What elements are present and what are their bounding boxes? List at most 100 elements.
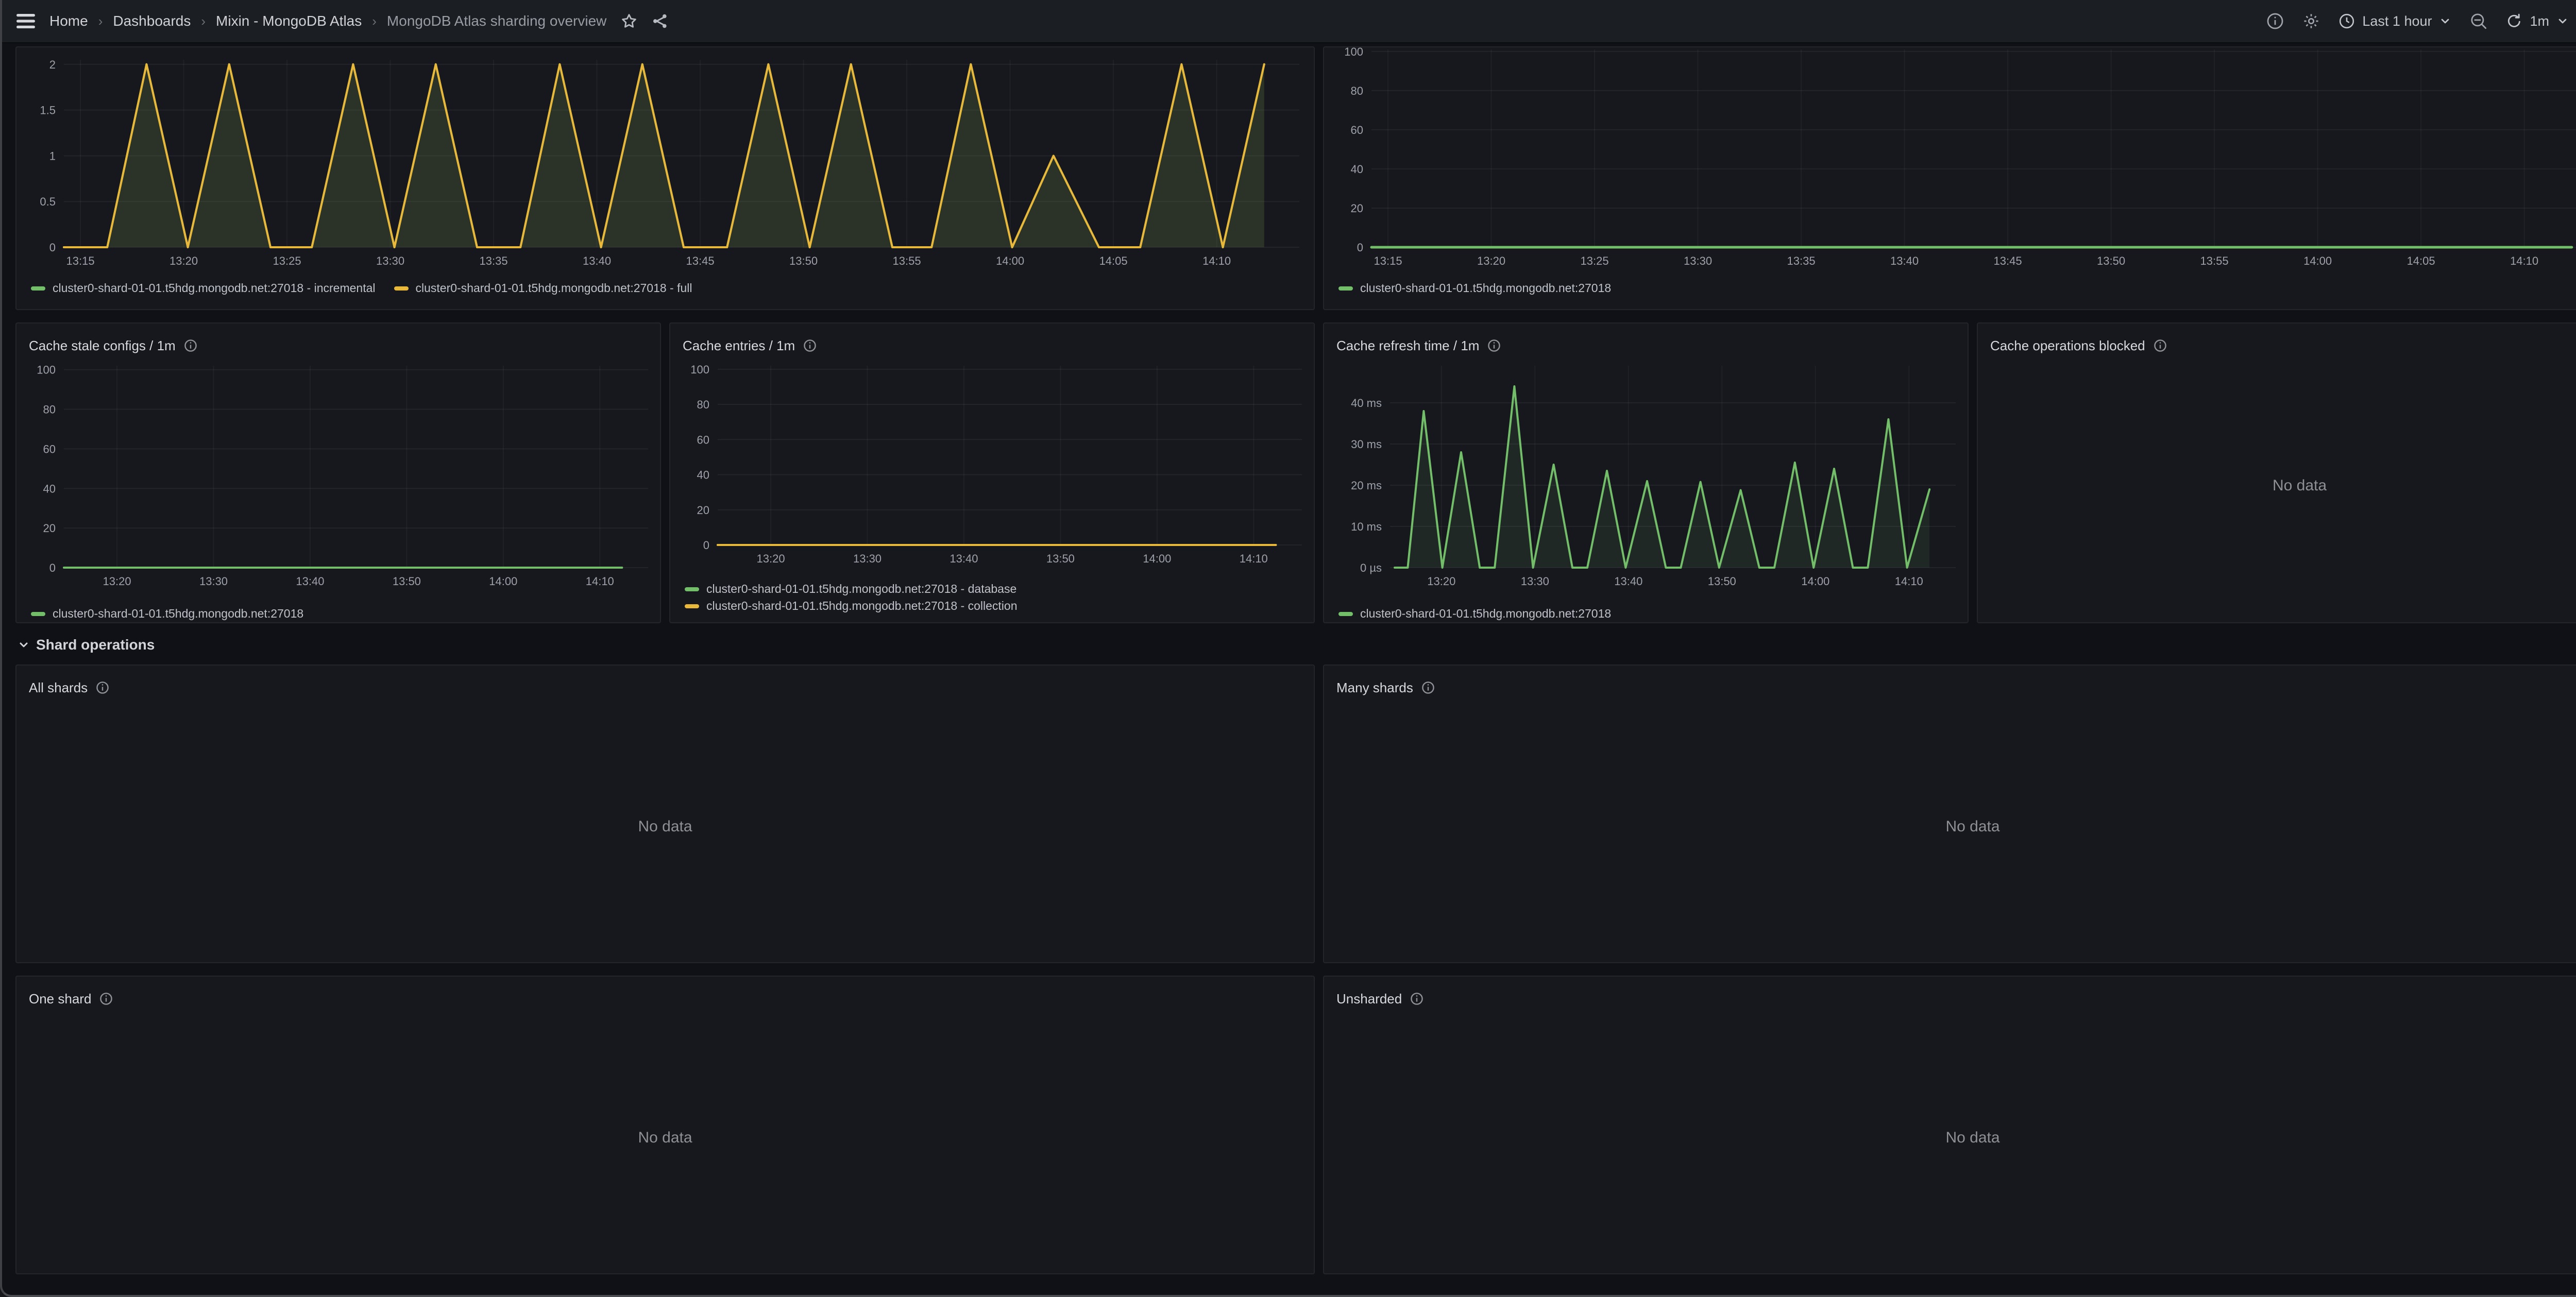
svg-text:13:55: 13:55 [893,254,921,267]
svg-text:0: 0 [1357,241,1363,254]
svg-text:80: 80 [697,398,709,411]
time-range-picker[interactable]: Last 1 hour [2338,13,2451,29]
legend-swatch-icon [31,612,45,616]
svg-text:14:10: 14:10 [1240,552,1268,565]
svg-text:0: 0 [703,539,709,552]
time-series-chart[interactable]: 13:2013:3013:4013:5014:0014:100 µs10 ms2… [1324,359,1968,602]
panel-many-shards[interactable]: Many shards No data [1323,664,2576,963]
svg-text:20: 20 [697,504,709,517]
breadcrumb-separator-icon: › [201,13,206,29]
legend-item[interactable]: cluster0-shard-01-01.t5hdg.mongodb.net:2… [31,281,376,295]
no-data-text: No data [638,818,692,835]
legend-item[interactable]: cluster0-shard-01-01.t5hdg.mongodb.net:2… [31,607,303,621]
time-series-chart[interactable]: 13:2013:3013:4013:5014:0014:100204060801… [670,359,1314,579]
svg-text:0.5: 0.5 [40,195,56,208]
time-series-chart[interactable]: 13:2013:3013:4013:5014:0014:100204060801… [16,359,660,602]
no-data-text: No data [638,1129,692,1147]
panel-config-refresh-chart[interactable]: 13:1513:2013:2513:3013:3513:4013:4513:50… [15,46,1315,310]
settings-gear-icon[interactable] [2302,12,2320,30]
breadcrumb-item[interactable]: Dashboards [113,13,191,29]
panel-title[interactable]: Cache stale configs / 1m [29,338,176,354]
legend-item[interactable]: cluster0-shard-01-01.t5hdg.mongodb.net:2… [1338,281,1611,295]
row-shard-operations[interactable]: Shard operations [18,634,2576,656]
svg-text:60: 60 [1351,124,1363,136]
share-icon[interactable] [652,13,668,29]
svg-text:13:20: 13:20 [103,575,131,588]
legend-item[interactable]: cluster0-shard-01-01.t5hdg.mongodb.net:2… [685,582,1299,596]
top-nav: Home›Dashboards›Mixin - MongoDB Atlas›Mo… [2,0,2576,43]
svg-text:13:50: 13:50 [1708,575,1736,588]
svg-text:20: 20 [43,522,56,535]
svg-text:40: 40 [697,469,709,482]
svg-text:13:15: 13:15 [1374,254,1402,267]
chart-legend: cluster0-shard-01-01.t5hdg.mongodb.net:2… [670,582,1314,613]
no-data-text: No data [1945,1129,1999,1147]
svg-text:13:50: 13:50 [393,575,421,588]
svg-text:30 ms: 30 ms [1351,438,1382,451]
svg-text:13:50: 13:50 [2097,254,2125,267]
chart-legend: cluster0-shard-01-01.t5hdg.mongodb.net:2… [16,281,1314,295]
info-circle-icon[interactable] [2266,12,2284,30]
legend-item[interactable]: cluster0-shard-01-01.t5hdg.mongodb.net:2… [1338,607,1611,621]
svg-text:13:40: 13:40 [1890,254,1919,267]
panel-cache-refresh-time[interactable]: Cache refresh time / 1m 13:2013:3013:401… [1323,322,1969,623]
svg-text:13:40: 13:40 [950,552,978,565]
panel-title[interactable]: Cache entries / 1m [683,338,795,354]
svg-text:13:30: 13:30 [376,254,404,267]
legend-item[interactable]: cluster0-shard-01-01.t5hdg.mongodb.net:2… [394,281,692,295]
svg-text:13:40: 13:40 [583,254,611,267]
svg-text:14:00: 14:00 [996,254,1024,267]
svg-text:13:25: 13:25 [273,254,301,267]
panel-cache-operations-blocked[interactable]: Cache operations blocked No data [1977,322,2576,623]
panel-title[interactable]: Cache refresh time / 1m [1336,338,1479,354]
legend-swatch-icon [685,587,699,591]
info-icon[interactable] [1487,339,1501,352]
no-data-text: No data [2273,477,2327,494]
info-icon[interactable] [184,339,197,352]
legend-swatch-icon [1338,612,1353,616]
svg-text:14:00: 14:00 [489,575,517,588]
breadcrumb-item: MongoDB Atlas sharding overview [387,13,606,29]
chart-legend: cluster0-shard-01-01.t5hdg.mongodb.net:2… [1324,281,2576,295]
breadcrumb-item[interactable]: Mixin - MongoDB Atlas [216,13,362,29]
svg-text:13:20: 13:20 [170,254,198,267]
svg-text:40: 40 [1351,163,1363,176]
breadcrumb-item[interactable]: Home [49,13,88,29]
svg-text:14:00: 14:00 [2303,254,2332,267]
refresh-icon [2506,13,2522,29]
time-series-chart[interactable]: 13:1513:2013:2513:3013:3513:4013:4513:50… [16,47,1314,276]
svg-text:13:15: 13:15 [66,254,95,267]
svg-text:20: 20 [1351,202,1363,215]
legend-item[interactable]: cluster0-shard-01-01.t5hdg.mongodb.net:2… [685,599,1299,613]
dashboard-scroll-area[interactable]: 13:1513:2013:2513:3013:3513:4013:4513:50… [2,43,2576,1274]
svg-text:0: 0 [49,561,56,574]
legend-label: cluster0-shard-01-01.t5hdg.mongodb.net:2… [706,599,1018,613]
svg-text:1.5: 1.5 [40,104,56,117]
svg-text:1: 1 [49,149,56,162]
legend-label: cluster0-shard-01-01.t5hdg.mongodb.net:2… [416,281,692,295]
legend-label: cluster0-shard-01-01.t5hdg.mongodb.net:2… [1360,607,1611,621]
svg-text:14:00: 14:00 [1801,575,1829,588]
zoom-out-icon[interactable] [2470,12,2487,30]
time-series-chart[interactable]: 13:1513:2013:2513:3013:3513:4013:4513:50… [1324,47,2576,276]
svg-text:13:30: 13:30 [853,552,882,565]
panel-one-shard[interactable]: One shard No data [15,976,1315,1274]
menu-icon[interactable] [16,13,35,29]
svg-text:100: 100 [37,364,56,377]
panel-cache-entries[interactable]: Cache entries / 1m 13:2013:3013:4013:501… [669,322,1315,623]
panel-unsharded[interactable]: Unsharded No data [1323,976,2576,1274]
panel-all-shards[interactable]: All shards No data [15,664,1315,963]
panel-cache-stale-configs[interactable]: Cache stale configs / 1m 13:2013:3013:40… [15,322,661,623]
refresh-control[interactable]: 1m [2506,13,2569,29]
svg-text:13:30: 13:30 [1684,254,1712,267]
star-icon[interactable] [621,13,637,29]
panel-flat-metric-chart[interactable]: 13:1513:2013:2513:3013:3513:4013:4513:50… [1323,46,2576,310]
svg-text:14:00: 14:00 [1143,552,1171,565]
svg-text:13:20: 13:20 [757,552,785,565]
legend-swatch-icon [31,286,45,291]
legend-label: cluster0-shard-01-01.t5hdg.mongodb.net:2… [706,582,1016,596]
svg-text:13:45: 13:45 [1994,254,2022,267]
chevron-down-icon [2556,15,2569,27]
svg-text:40 ms: 40 ms [1351,397,1382,409]
info-icon[interactable] [803,339,817,352]
